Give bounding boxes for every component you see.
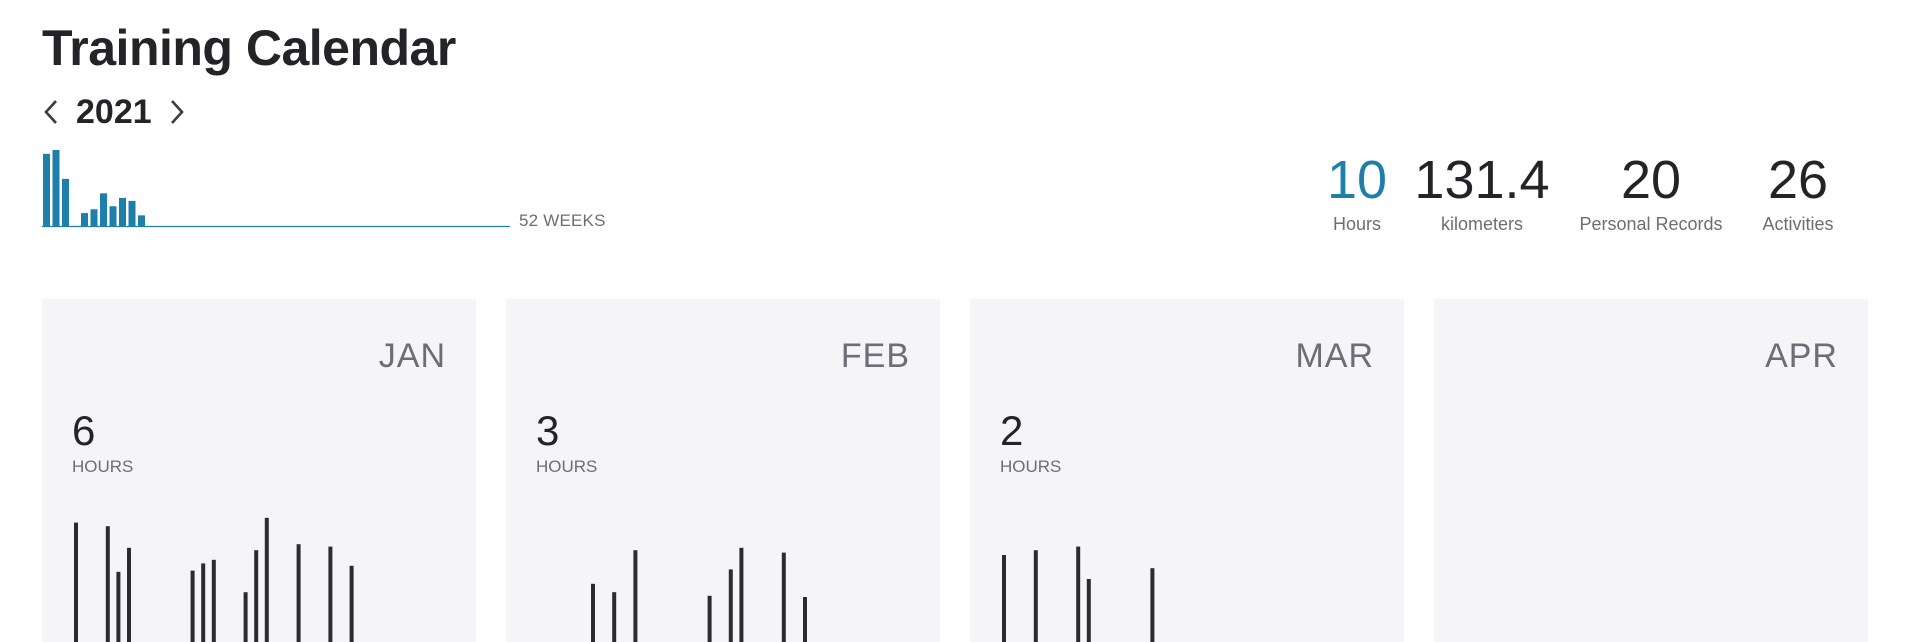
month-card-apr[interactable]: APR [1434, 299, 1868, 642]
day-bar [1002, 555, 1006, 642]
day-bar [328, 546, 333, 642]
stat-personal-records-label: Personal Records [1579, 214, 1723, 234]
stat-activities: 26 Activities [1762, 148, 1833, 235]
day-bar [127, 547, 131, 642]
day-bar [296, 544, 301, 642]
day-bar [211, 559, 216, 642]
stat-personal-records: 20 Personal Records [1579, 148, 1722, 235]
day-bar [803, 597, 807, 642]
day-bar [781, 552, 786, 642]
day-bar [633, 550, 638, 642]
day-bar [105, 526, 110, 642]
day-bar [612, 592, 617, 642]
stat-hours-value: 10 [1326, 150, 1388, 210]
stat-distance-label: kilometers [1440, 214, 1524, 234]
prev-year-button[interactable] [36, 92, 66, 132]
training-calendar-page: Training Calendar 2021 52 WEEKS 10 Hours… [0, 0, 1909, 642]
year-navigation: 2021 [36, 88, 192, 136]
stat-activities-label: Activities [1762, 214, 1834, 234]
next-year-button[interactable] [162, 92, 192, 132]
day-bar [264, 517, 269, 642]
day-bar [116, 571, 121, 642]
day-bar [1150, 568, 1155, 642]
day-bar [254, 550, 259, 642]
day-bar [243, 592, 248, 642]
month-daily-chart [1002, 546, 1155, 642]
year-stats: 10 Hours 131.4 kilometers 20 Personal Re… [0, 148, 1909, 248]
chevron-left-icon [44, 100, 57, 124]
day-bar [728, 569, 733, 642]
day-bar [349, 565, 354, 642]
stat-distance-value: 131.4 [1414, 150, 1550, 210]
stat-activities-value: 26 [1767, 150, 1829, 210]
day-bar [1076, 546, 1081, 642]
day-bar [707, 595, 712, 642]
chevron-right-icon [170, 100, 184, 124]
month-card-feb[interactable]: FEB 3 HOURS [506, 299, 940, 642]
page-title: Training Calendar [42, 20, 456, 76]
month-daily-chart [591, 547, 807, 642]
month-card-jan[interactable]: JAN 6 HOURS [42, 299, 476, 642]
day-bar [591, 583, 595, 642]
day-bar [201, 563, 206, 642]
day-bar [1033, 550, 1038, 642]
day-bar [739, 547, 744, 642]
month-daily-chart [1434, 299, 1868, 642]
stat-hours: 10 Hours [1327, 148, 1387, 235]
stat-hours-label: Hours [1332, 214, 1382, 234]
month-card-mar[interactable]: MAR 2 HOURS [970, 299, 1404, 642]
year-label: 2021 [76, 93, 152, 131]
day-bar [1086, 579, 1091, 642]
day-bar [74, 522, 78, 642]
month-daily-chart [74, 517, 354, 642]
stat-distance: 131.4 kilometers [1414, 148, 1549, 235]
stat-personal-records-value: 20 [1620, 150, 1682, 210]
day-bar [190, 570, 195, 642]
